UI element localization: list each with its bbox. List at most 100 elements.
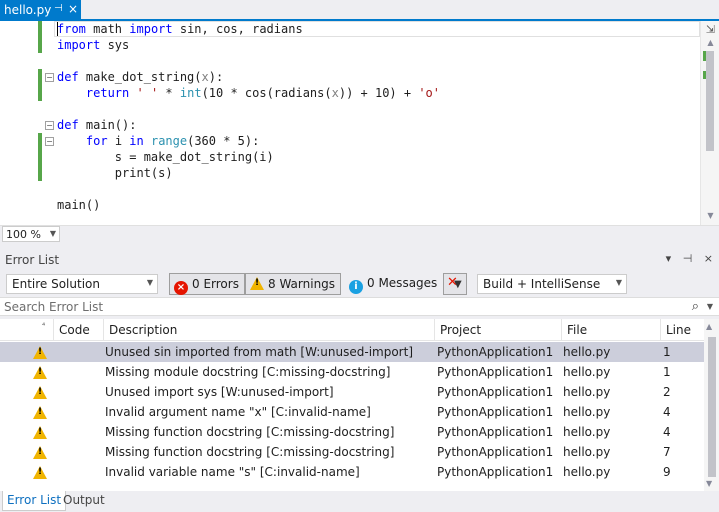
cell-line: 9 bbox=[663, 465, 671, 479]
column-header-file[interactable]: File bbox=[561, 319, 660, 341]
collapse-icon[interactable]: − bbox=[45, 121, 54, 130]
auto-hide-pin-icon[interactable]: ⊣ bbox=[683, 252, 693, 265]
code-token: import bbox=[57, 38, 101, 52]
cell-file: hello.py bbox=[563, 345, 611, 359]
cell-file: hello.py bbox=[563, 385, 611, 399]
cell-line: 2 bbox=[663, 385, 671, 399]
cell-file: hello.py bbox=[563, 425, 611, 439]
table-row[interactable]: Missing module docstring [C:missing-docs… bbox=[0, 362, 704, 382]
cell-project: PythonApplication1 bbox=[437, 425, 554, 439]
code-line[interactable]: return ' ' * int(10 * cos(radians(x)) + … bbox=[57, 85, 440, 101]
code-token: sin, cos, radians bbox=[172, 22, 303, 36]
code-line[interactable]: main() bbox=[57, 197, 440, 213]
cell-file: hello.py bbox=[563, 365, 611, 379]
code-token: for bbox=[85, 134, 108, 148]
code-token: main(): bbox=[78, 118, 137, 132]
cell-line: 1 bbox=[663, 365, 671, 379]
cell-description: Invalid variable name "s" [C:invalid-nam… bbox=[105, 465, 360, 479]
code-line[interactable] bbox=[57, 53, 440, 69]
document-tab-label: hello.py bbox=[4, 3, 52, 17]
sort-icon: ⁴ bbox=[42, 321, 46, 330]
sort-column-header[interactable]: ⁴ bbox=[0, 319, 53, 341]
code-line[interactable]: print(s) bbox=[57, 165, 440, 181]
close-tab-icon[interactable]: × bbox=[68, 2, 78, 16]
table-row[interactable]: Unused import sys [W:unused-import] Pytho… bbox=[0, 382, 704, 402]
search-input[interactable] bbox=[4, 299, 684, 315]
panel-title: Error List bbox=[5, 253, 60, 267]
table-row[interactable]: Missing function docstring [C:missing-do… bbox=[0, 422, 704, 442]
editor-vertical-scrollbar[interactable]: ⇲ ▲ ▼ bbox=[700, 21, 719, 225]
error-list-panel: Error List ▾ ⊣ × Entire Solution ▼ × 0 Er… bbox=[0, 250, 719, 512]
code-line[interactable]: def main(): bbox=[57, 117, 440, 133]
errors-filter-button[interactable]: × 0 Errors bbox=[169, 273, 245, 295]
code-line[interactable] bbox=[57, 101, 440, 117]
scroll-thumb[interactable] bbox=[708, 337, 716, 477]
tab-output[interactable]: Output bbox=[59, 491, 109, 511]
code-token: print(s) bbox=[57, 166, 173, 180]
error-table: ⁴ Code Description Project File Line Unu… bbox=[0, 319, 704, 491]
code-editor[interactable]: − − − from math import sin, cos, radians… bbox=[0, 21, 719, 225]
cell-description: Missing function docstring [C:missing-do… bbox=[105, 445, 395, 459]
window-position-icon[interactable]: ▾ bbox=[666, 252, 672, 265]
search-icon[interactable]: ⌕ bbox=[692, 299, 699, 314]
split-window-icon[interactable]: ⇲ bbox=[704, 23, 717, 36]
pin-icon[interactable]: ⊣ bbox=[54, 3, 63, 14]
code-token: return bbox=[85, 86, 130, 100]
errors-label: 0 Errors bbox=[192, 277, 239, 291]
table-row[interactable]: Invalid argument name "x" [C:invalid-nam… bbox=[0, 402, 704, 422]
code-token: )) + 10) + bbox=[338, 86, 419, 100]
code-text[interactable]: from math import sin, cos, radians import… bbox=[57, 21, 440, 213]
column-header-project[interactable]: Project bbox=[434, 319, 561, 341]
code-line[interactable]: s = make_dot_string(i) bbox=[57, 149, 440, 165]
scroll-up-icon[interactable]: ▲ bbox=[704, 38, 717, 47]
tab-error-list[interactable]: Error List bbox=[2, 491, 67, 511]
error-icon: × bbox=[174, 281, 188, 295]
code-token: def bbox=[57, 70, 79, 84]
chevron-down-icon[interactable]: ▼ bbox=[707, 302, 713, 311]
code-line[interactable]: from math import sin, cos, radians bbox=[57, 21, 440, 37]
error-list-toolbar: Entire Solution ▼ × 0 Errors 8 Warnings i… bbox=[0, 270, 719, 297]
zoom-level-dropdown[interactable]: 100 % ▼ bbox=[2, 226, 60, 242]
changed-lines-marker bbox=[38, 21, 42, 53]
document-tab-hello-py[interactable]: hello.py ⊣ × bbox=[0, 0, 81, 19]
cell-project: PythonApplication1 bbox=[437, 365, 554, 379]
column-header-description[interactable]: Description bbox=[103, 319, 434, 341]
clear-filter-button[interactable]: ✕ ▼ bbox=[443, 273, 467, 295]
scroll-down-icon[interactable]: ▼ bbox=[704, 211, 717, 220]
chevron-down-icon: ▼ bbox=[146, 278, 153, 287]
collapse-icon[interactable]: − bbox=[45, 137, 54, 146]
code-token: range bbox=[150, 134, 188, 148]
code-line[interactable]: import sys bbox=[57, 37, 440, 53]
warnings-filter-button[interactable]: 8 Warnings bbox=[245, 273, 342, 295]
code-token: x bbox=[201, 70, 209, 84]
warning-icon bbox=[33, 346, 47, 359]
code-line[interactable]: for i in range(360 * 5): bbox=[57, 133, 440, 149]
messages-filter-button[interactable]: i 0 Messages bbox=[345, 273, 442, 295]
scroll-up-icon[interactable]: ▲ bbox=[706, 322, 712, 331]
table-row[interactable]: Invalid variable name "s" [C:invalid-nam… bbox=[0, 462, 704, 482]
scope-value: Entire Solution bbox=[12, 277, 100, 291]
table-row[interactable]: Unused sin imported from math [W:unused-… bbox=[0, 342, 704, 362]
build-source-value: Build + IntelliSense bbox=[483, 277, 601, 291]
column-header-line[interactable]: Line bbox=[660, 319, 704, 341]
panel-title-buttons: ▾ ⊣ × bbox=[658, 252, 713, 265]
cell-project: PythonApplication1 bbox=[437, 385, 554, 399]
visual-studio-window: hello.py ⊣ × − − − from math import sin,… bbox=[0, 0, 719, 512]
error-table-scrollbar[interactable]: ▲ ▼ bbox=[704, 319, 719, 491]
code-token: ' ' bbox=[136, 86, 159, 100]
code-line[interactable] bbox=[57, 181, 440, 197]
scroll-thumb[interactable] bbox=[706, 51, 714, 151]
build-source-dropdown[interactable]: Build + IntelliSense ▼ bbox=[477, 274, 627, 294]
cell-line: 4 bbox=[663, 425, 671, 439]
code-line[interactable]: def make_dot_string(x): bbox=[57, 69, 440, 85]
close-panel-icon[interactable]: × bbox=[704, 252, 713, 265]
collapse-icon[interactable]: − bbox=[45, 73, 54, 82]
scroll-down-icon[interactable]: ▼ bbox=[706, 479, 712, 488]
column-header-code[interactable]: Code bbox=[53, 319, 103, 341]
code-token: math bbox=[85, 22, 130, 36]
warning-icon bbox=[33, 426, 47, 439]
scope-dropdown[interactable]: Entire Solution ▼ bbox=[6, 274, 158, 294]
table-row[interactable]: Missing function docstring [C:missing-do… bbox=[0, 442, 704, 462]
